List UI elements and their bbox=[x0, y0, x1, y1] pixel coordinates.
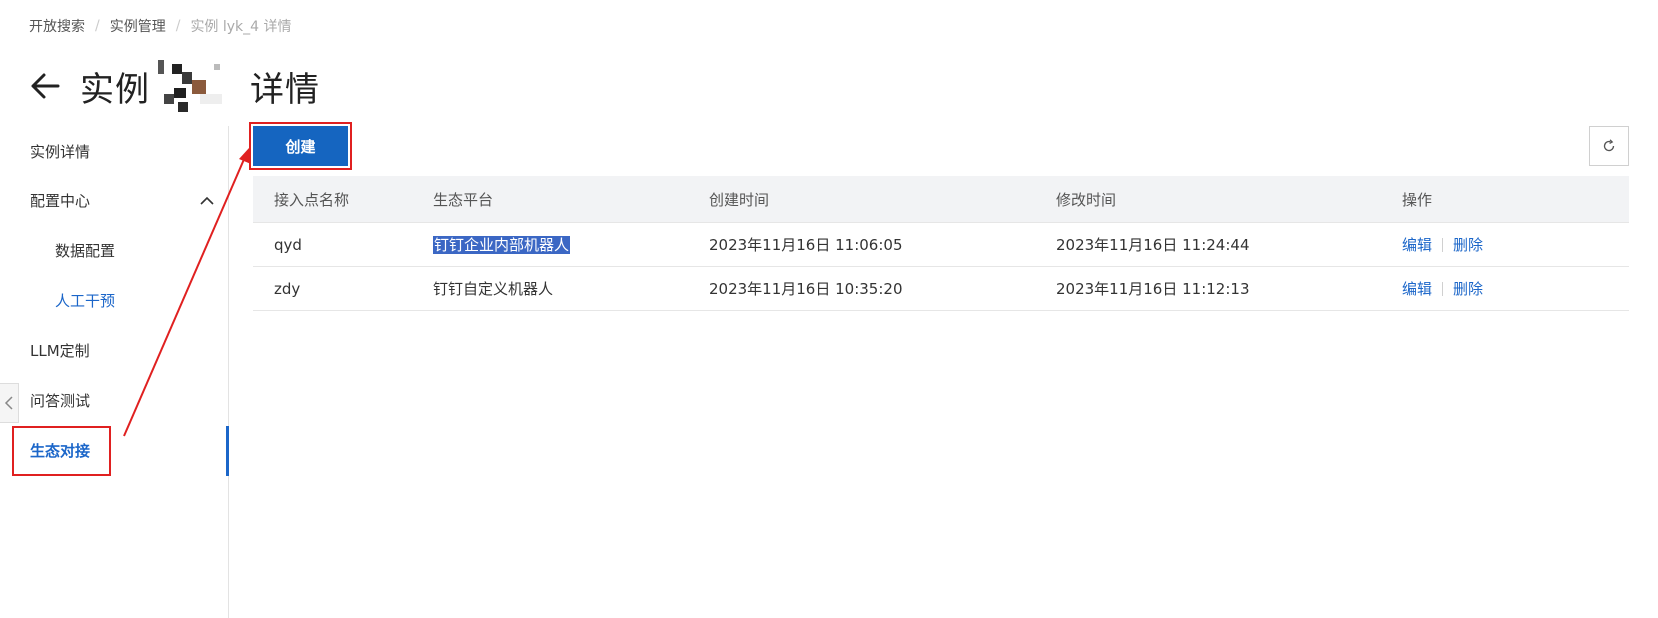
table-row: zdy 钉钉自定义机器人 2023年11月16日 10:35:20 2023年1… bbox=[253, 267, 1629, 311]
refresh-button[interactable] bbox=[1589, 126, 1629, 166]
endpoint-table: 接入点名称 生态平台 创建时间 修改时间 操作 qyd 钉钉企业内部机器人 20… bbox=[253, 176, 1629, 311]
delete-link[interactable]: 删除 bbox=[1453, 278, 1483, 299]
arrow-left-icon[interactable] bbox=[28, 69, 62, 103]
cell-modified: 2023年11月16日 11:24:44 bbox=[1056, 236, 1250, 254]
cell-created: 2023年11月16日 11:06:05 bbox=[709, 236, 903, 254]
cell-name: zdy bbox=[274, 279, 301, 298]
sidebar-divider bbox=[228, 126, 229, 618]
sidebar-item-ecosystem[interactable]: 生态对接 bbox=[30, 439, 90, 463]
breadcrumb-separator: / bbox=[175, 18, 181, 34]
sidebar-item-data-config[interactable]: 数据配置 bbox=[55, 239, 115, 263]
sidebar-collapse-button[interactable] bbox=[0, 383, 19, 423]
sidebar-item-config-center[interactable]: 配置中心 bbox=[30, 189, 90, 213]
edit-link[interactable]: 编辑 bbox=[1402, 278, 1432, 299]
cell-modified: 2023年11月16日 11:12:13 bbox=[1056, 280, 1250, 298]
action-separator bbox=[1442, 237, 1444, 252]
column-header-created: 创建时间 bbox=[709, 190, 770, 209]
chevron-up-icon[interactable] bbox=[199, 193, 215, 209]
redacted-instance-name bbox=[154, 58, 246, 114]
page-title-prefix: 实例 bbox=[80, 69, 150, 110]
delete-link[interactable]: 删除 bbox=[1453, 234, 1483, 255]
breadcrumb-item-open-search[interactable]: 开放搜索 bbox=[29, 16, 85, 36]
breadcrumb-current: 实例 lyk_4 详情 bbox=[190, 19, 292, 35]
table-header: 接入点名称 生态平台 创建时间 修改时间 操作 bbox=[253, 176, 1629, 223]
cell-name: qyd bbox=[274, 235, 302, 254]
edit-link[interactable]: 编辑 bbox=[1402, 234, 1432, 255]
selected-text: 钉钉企业内部机器人 bbox=[433, 236, 571, 254]
cell-platform: 钉钉自定义机器人 bbox=[433, 280, 554, 298]
sidebar-item-manual-intervention[interactable]: 人工干预 bbox=[55, 289, 115, 313]
sidebar-item-instance-details[interactable]: 实例详情 bbox=[30, 140, 90, 164]
breadcrumb-item-instance-management[interactable]: 实例管理 bbox=[110, 16, 166, 36]
sidebar-active-indicator bbox=[226, 426, 229, 476]
page-title-suffix: 详情 bbox=[250, 69, 320, 110]
page-header: 实例 详情 bbox=[28, 58, 320, 114]
column-header-name: 接入点名称 bbox=[274, 190, 350, 209]
column-header-modified: 修改时间 bbox=[1056, 190, 1117, 209]
column-header-actions: 操作 bbox=[1402, 190, 1433, 209]
cell-actions: 编辑 删除 bbox=[1402, 234, 1629, 255]
cell-created: 2023年11月16日 10:35:20 bbox=[709, 280, 903, 298]
breadcrumb: 开放搜索 / 实例管理 / 实例 lyk_4 详情 bbox=[29, 16, 292, 36]
sidebar-item-qa-test[interactable]: 问答测试 bbox=[30, 389, 90, 413]
action-separator bbox=[1442, 281, 1444, 296]
refresh-icon bbox=[1603, 139, 1615, 152]
cell-platform: 钉钉企业内部机器人 bbox=[433, 234, 709, 255]
page: 开放搜索 / 实例管理 / 实例 lyk_4 详情 实例 详情 实例详情 配置中… bbox=[0, 0, 1658, 618]
chevron-left-icon bbox=[4, 396, 13, 410]
sidebar-item-llm-custom[interactable]: LLM定制 bbox=[30, 339, 90, 363]
column-header-platform: 生态平台 bbox=[433, 190, 494, 209]
table-row: qyd 钉钉企业内部机器人 2023年11月16日 11:06:05 2023年… bbox=[253, 223, 1629, 267]
create-button[interactable]: 创建 bbox=[253, 126, 348, 166]
breadcrumb-separator: / bbox=[95, 18, 100, 34]
cell-actions: 编辑 删除 bbox=[1402, 278, 1629, 299]
